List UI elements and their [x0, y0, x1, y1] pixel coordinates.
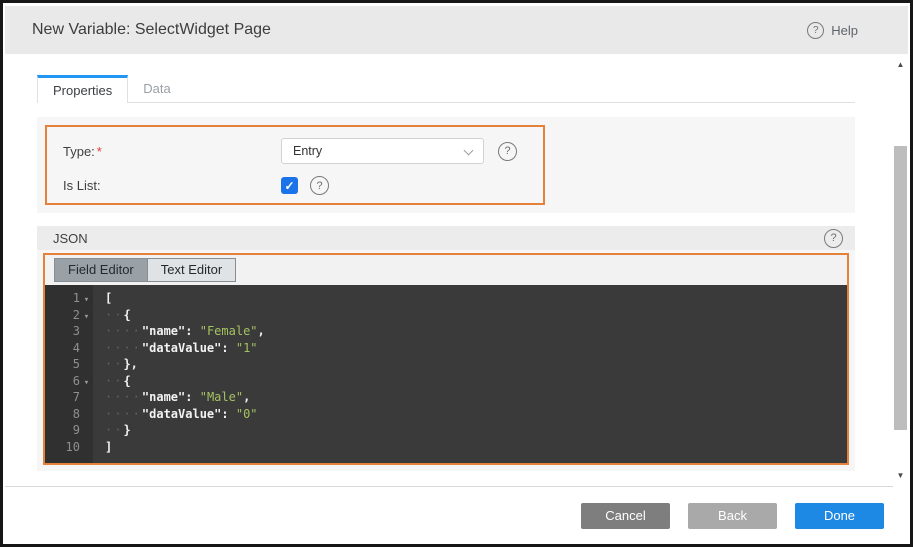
tab-properties[interactable]: Properties — [37, 75, 128, 103]
json-section: JSON ? Field Editor Text Editor 1▾2▾3456… — [37, 226, 855, 471]
json-code-editor[interactable]: 1▾2▾3456▾78910 [··{····"name": "Female",… — [45, 285, 847, 463]
indent-dots: ···· — [105, 324, 142, 338]
help-button[interactable]: ? Help — [807, 22, 858, 39]
indent-dots: ·· — [105, 374, 123, 388]
type-label: Type:* — [63, 144, 281, 159]
line-number: 1▾ — [45, 290, 93, 307]
dialog-footer: Cancel Back Done — [5, 487, 908, 544]
help-icon: ? — [807, 22, 824, 39]
code-line[interactable]: ··{ — [105, 373, 847, 390]
type-row: Type:* Entry ? — [63, 138, 517, 164]
properties-form-section: Type:* Entry ? Is List: ✓ ? — [37, 117, 855, 213]
code-line[interactable]: [ — [105, 290, 847, 307]
form-highlight-box: Type:* Entry ? Is List: ✓ ? — [45, 125, 545, 205]
indent-dots: ···· — [105, 407, 142, 421]
type-select-value: Entry — [293, 144, 322, 158]
dialog-frame: New Variable: SelectWidget Page ? Help P… — [0, 0, 913, 547]
chevron-down-icon — [464, 146, 474, 156]
help-label: Help — [831, 23, 858, 38]
editor-gutter: 1▾2▾3456▾78910 — [45, 285, 93, 463]
vertical-scrollbar[interactable]: ▲ ▼ — [893, 54, 908, 487]
line-number: 10 — [45, 439, 93, 456]
dialog-content: Properties Data Type:* Entry ? Is List: — [5, 54, 908, 487]
line-number: 4 — [45, 340, 93, 357]
cancel-button[interactable]: Cancel — [581, 503, 670, 529]
editor-mode-row: Field Editor Text Editor — [45, 255, 847, 285]
tab-bar: Properties Data — [37, 75, 855, 103]
indent-dots: ···· — [105, 390, 142, 404]
dialog-header: New Variable: SelectWidget Page ? Help — [5, 6, 908, 54]
line-number: 5 — [45, 356, 93, 373]
line-number: 2▾ — [45, 307, 93, 324]
json-help-icon[interactable]: ? — [824, 229, 843, 248]
back-button[interactable]: Back — [688, 503, 777, 529]
type-select[interactable]: Entry — [281, 138, 484, 164]
page-title: New Variable: SelectWidget Page — [32, 21, 271, 39]
code-line[interactable]: ····"name": "Male", — [105, 389, 847, 406]
line-number: 9 — [45, 422, 93, 439]
json-section-header: JSON ? — [37, 226, 855, 250]
scroll-up-icon[interactable]: ▲ — [893, 58, 908, 72]
scroll-down-icon[interactable]: ▼ — [893, 469, 908, 483]
code-line[interactable]: ····"dataValue": "0" — [105, 406, 847, 423]
line-number: 8 — [45, 406, 93, 423]
json-editor-box: Field Editor Text Editor 1▾2▾3456▾78910 … — [43, 253, 849, 465]
text-editor-tab[interactable]: Text Editor — [147, 259, 235, 281]
editor-mode-toggle: Field Editor Text Editor — [54, 258, 236, 282]
is-list-checkbox[interactable]: ✓ — [281, 177, 298, 194]
is-list-row: Is List: ✓ ? — [63, 176, 329, 195]
field-editor-tab[interactable]: Field Editor — [55, 259, 147, 281]
code-line[interactable]: ··}, — [105, 356, 847, 373]
indent-dots: ·· — [105, 357, 123, 371]
line-number: 6▾ — [45, 373, 93, 390]
type-help-icon[interactable]: ? — [498, 142, 517, 161]
line-number: 3 — [45, 323, 93, 340]
required-asterisk: * — [97, 144, 102, 159]
is-list-label: Is List: — [63, 178, 281, 193]
editor-code: [··{····"name": "Female",····"dataValue"… — [93, 285, 847, 463]
code-line[interactable]: ] — [105, 439, 847, 456]
is-list-help-icon[interactable]: ? — [310, 176, 329, 195]
done-button[interactable]: Done — [795, 503, 884, 529]
json-section-label: JSON — [53, 231, 88, 246]
code-line[interactable]: ··{ — [105, 307, 847, 324]
indent-dots: ···· — [105, 341, 142, 355]
code-line[interactable]: ··} — [105, 422, 847, 439]
line-number: 7 — [45, 389, 93, 406]
check-icon: ✓ — [284, 179, 294, 193]
scrollbar-thumb[interactable] — [894, 146, 907, 430]
tab-data[interactable]: Data — [128, 75, 185, 102]
code-line[interactable]: ····"dataValue": "1" — [105, 340, 847, 357]
code-line[interactable]: ····"name": "Female", — [105, 323, 847, 340]
indent-dots: ·· — [105, 423, 123, 437]
indent-dots: ·· — [105, 308, 123, 322]
